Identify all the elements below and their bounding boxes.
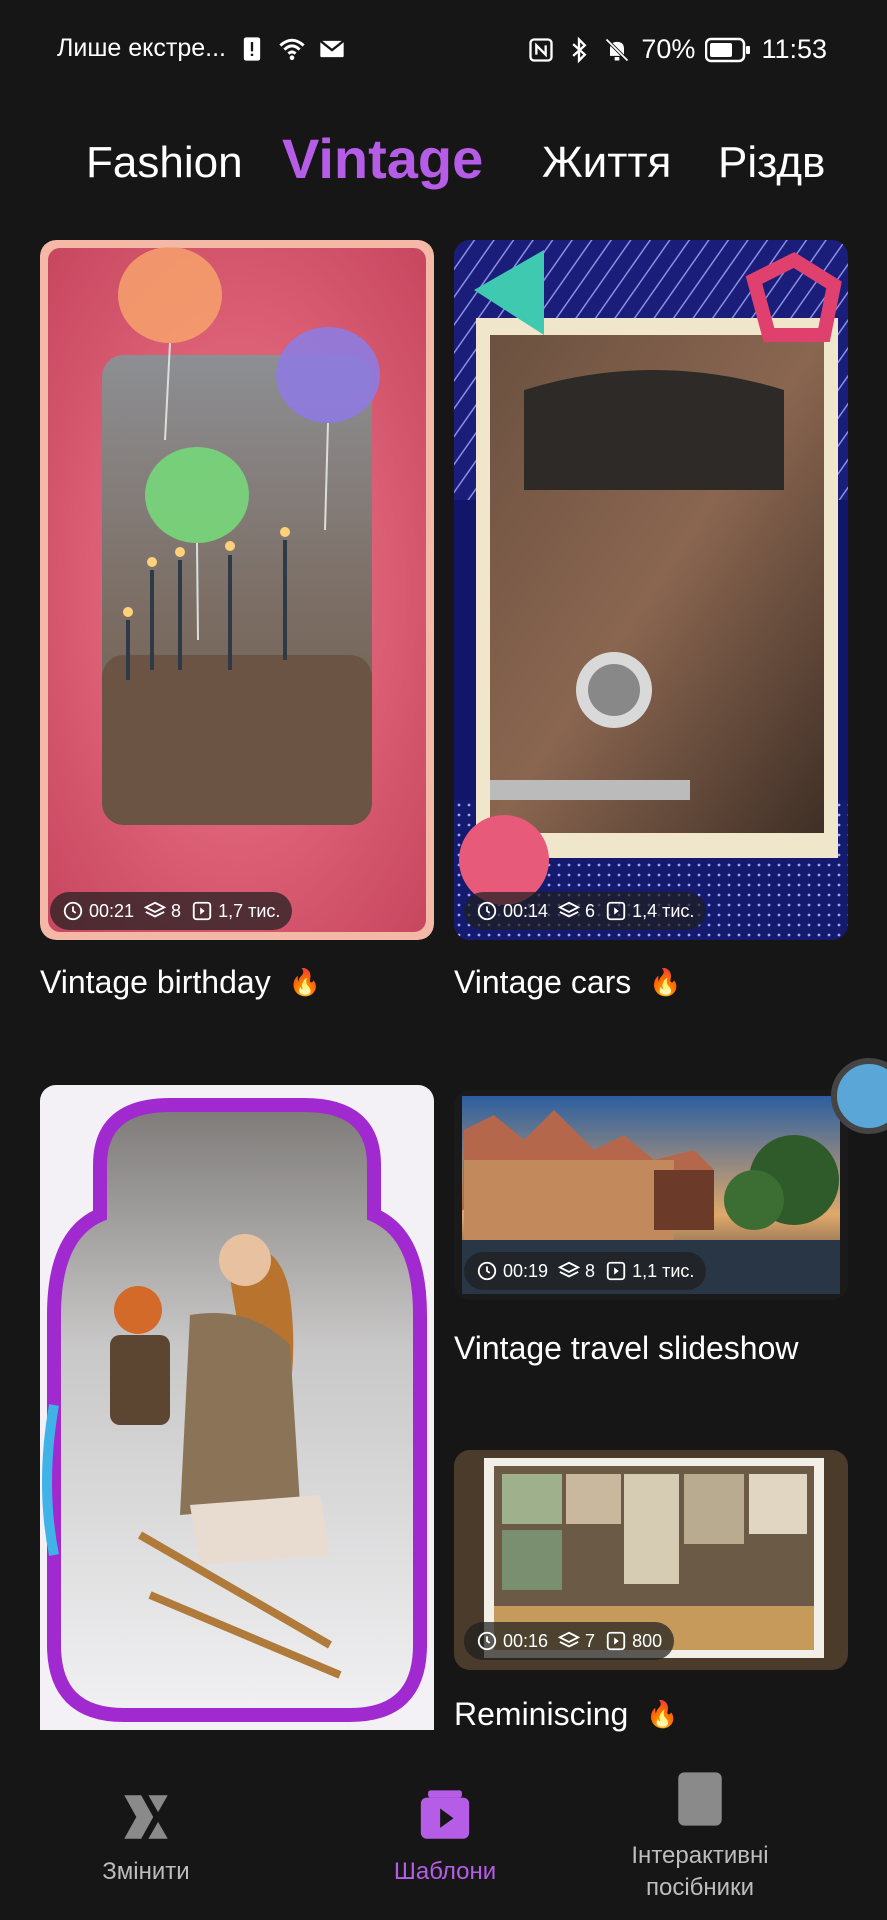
usage-count: 800: [632, 1630, 663, 1651]
duration: 00:14: [503, 900, 549, 921]
usage-icon: [192, 901, 212, 921]
nfc-icon: [529, 37, 554, 62]
usage-count: 1,4 тис.: [632, 900, 695, 921]
template-title: Reminiscing: [454, 1696, 629, 1732]
template-meta: 00:21 8 1,7 тис.: [50, 892, 293, 930]
battery-percent: 70%: [641, 34, 696, 64]
nav-label: Змінити: [102, 1858, 190, 1885]
mail-icon: [319, 39, 345, 57]
layers-icon: [144, 901, 167, 918]
template-title-row: Vintage birthday 🔥: [40, 964, 321, 1001]
usage-count: 1,7 тис.: [218, 900, 281, 921]
templates-icon: [420, 1790, 470, 1839]
bluetooth-icon: [572, 36, 587, 63]
template-card-reminiscing[interactable]: 00:16 7 800: [454, 1450, 848, 1670]
tab-vintage[interactable]: Vintage: [282, 114, 483, 204]
nav-templates[interactable]: Шаблони: [380, 1740, 510, 1886]
template-meta: 00:16 7 800: [464, 1622, 675, 1660]
template-meta: 00:19 8 1,1 тис.: [464, 1252, 707, 1290]
template-title: Vintage travel slideshow: [454, 1330, 799, 1366]
edit-icon: [124, 1795, 168, 1839]
layers-icon: [558, 901, 581, 918]
usage-count: 1,1 тис.: [632, 1260, 695, 1281]
bottom-navigation: Змінити Шаблони Інтерактивні посібники: [0, 1740, 887, 1920]
clock-icon: [477, 1631, 497, 1651]
duration: 00:16: [503, 1630, 549, 1651]
template-card-vintage-birthday[interactable]: 00:21 8 1,7 тис.: [40, 240, 434, 940]
guides-icon: [678, 1772, 722, 1826]
nav-label: Інтерактивні посібники: [631, 1842, 769, 1901]
tab-life[interactable]: Життя: [542, 118, 671, 208]
fire-icon: 🔥: [288, 967, 322, 997]
tab-christmas[interactable]: Різдв: [718, 118, 825, 208]
duration: 00:19: [503, 1260, 549, 1281]
category-tabs: Fashion Vintage Життя Різдв: [0, 118, 887, 208]
layer-count: 6: [585, 900, 596, 921]
clock-icon: [477, 1261, 497, 1281]
template-title: Vintage birthday: [40, 964, 271, 1000]
status-bar: Лише екстре... 70% 11:53: [0, 0, 887, 100]
usage-icon: [606, 1261, 626, 1281]
wifi-icon: [279, 38, 305, 60]
usage-icon: [606, 901, 626, 921]
clock: 11:53: [761, 34, 827, 64]
usage-icon: [606, 1631, 626, 1651]
template-thumbnail: [454, 240, 848, 940]
nav-edit[interactable]: Змінити: [86, 1740, 206, 1886]
clock-icon: [63, 901, 83, 921]
duration: 00:21: [89, 900, 135, 921]
fire-icon: 🔥: [646, 1699, 679, 1729]
carrier-label: Лише екстре...: [57, 34, 226, 62]
fire-icon: 🔥: [649, 967, 682, 997]
template-card-vintage-travel[interactable]: 00:19 8 1,1 тис.: [454, 1090, 848, 1300]
template-meta: 00:14 6 1,4 тис.: [464, 892, 707, 930]
template-thumbnail: [40, 240, 434, 940]
nav-guides[interactable]: Інтерактивні посібники: [612, 1740, 788, 1904]
template-thumbnail: [40, 1085, 434, 1730]
layers-icon: [558, 1631, 581, 1648]
layer-count: 7: [585, 1630, 596, 1651]
tab-fashion[interactable]: Fashion: [86, 118, 243, 208]
template-title: Vintage cars: [454, 964, 632, 1000]
template-card-winter[interactable]: [40, 1085, 434, 1730]
nav-label: Шаблони: [393, 1858, 497, 1885]
template-title-row: Reminiscing 🔥: [454, 1696, 679, 1733]
layer-count: 8: [585, 1260, 596, 1281]
alert-icon: [243, 36, 261, 61]
layers-icon: [558, 1261, 581, 1278]
battery-icon: [705, 37, 751, 62]
template-title-row: Vintage travel slideshow: [454, 1330, 799, 1367]
template-title-row: Vintage cars 🔥: [454, 964, 682, 1001]
clock-icon: [477, 901, 497, 921]
template-card-vintage-cars[interactable]: 00:14 6 1,4 тис.: [454, 240, 848, 940]
layer-count: 8: [171, 900, 182, 921]
mute-icon: [605, 37, 630, 62]
